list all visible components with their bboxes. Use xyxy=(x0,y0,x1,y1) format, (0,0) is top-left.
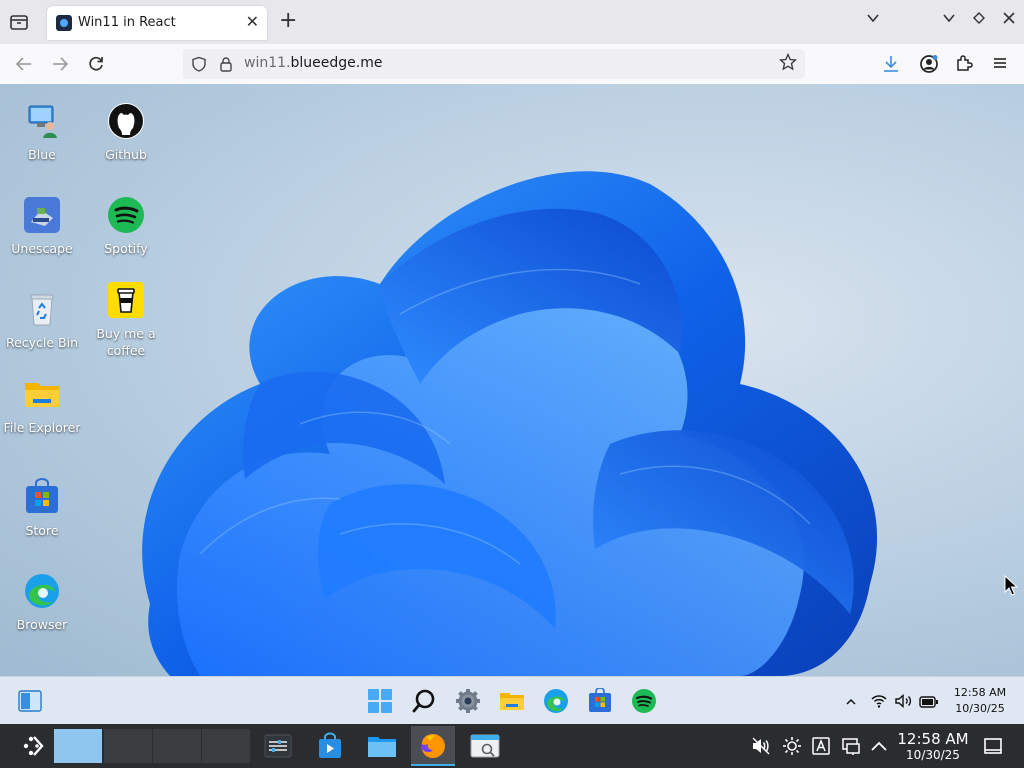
spotify-icon xyxy=(107,196,145,234)
tab-title: Win11 in React xyxy=(78,15,176,30)
desktop-icon-label: Spotify xyxy=(104,241,148,256)
task-discover-store[interactable] xyxy=(308,726,352,766)
desktop-icon-label: Recycle Bin xyxy=(5,335,79,350)
desktop-icon-blue[interactable]: Blue xyxy=(0,102,84,163)
task-spectacle-screenshot[interactable] xyxy=(463,726,507,766)
task-system-settings[interactable] xyxy=(256,726,300,766)
edge-icon[interactable] xyxy=(543,688,569,714)
network-wired-icon[interactable] xyxy=(841,736,861,760)
desktop-icon-label: File Explorer xyxy=(3,420,81,435)
wifi-icon[interactable] xyxy=(871,693,887,712)
brightness-icon[interactable] xyxy=(782,736,802,760)
account-icon[interactable] xyxy=(919,54,939,78)
address-bar[interactable]: win11.blueedge.me xyxy=(183,49,805,79)
win11-favicon-icon xyxy=(56,15,72,31)
desktop-icon-label: Browser xyxy=(16,617,68,632)
chevron-up-icon[interactable] xyxy=(845,693,857,712)
file-explorer-icon[interactable] xyxy=(499,688,525,714)
shield-icon[interactable] xyxy=(191,56,207,76)
github-icon xyxy=(107,102,145,140)
desktop-icon-label: Store xyxy=(25,523,59,538)
show-desktop-icon[interactable] xyxy=(984,738,1002,758)
volume-muted-icon[interactable] xyxy=(751,736,771,760)
task-firefox[interactable] xyxy=(411,726,455,766)
unescape-game-icon xyxy=(23,196,61,234)
downloads-icon[interactable] xyxy=(882,54,900,78)
desktop-icon-buy-me-a-coffee[interactable]: Buy me a coffee xyxy=(84,281,168,359)
kde-panel: 12:58 AM 10/30/25 xyxy=(0,724,1024,768)
desktop-icon-spotify[interactable]: Spotify xyxy=(84,196,168,257)
volume-icon[interactable] xyxy=(895,693,913,712)
kde-clock-time: 12:58 AM xyxy=(897,730,969,748)
expand-tray-chevron-up-icon[interactable] xyxy=(870,736,888,760)
kde-clock-date: 10/30/25 xyxy=(906,748,960,762)
lock-icon[interactable] xyxy=(218,56,234,76)
browser-tab-bar: Win11 in React ✕ + xyxy=(0,0,1024,44)
forward-arrow-icon[interactable] xyxy=(50,54,70,79)
widgets-icon[interactable] xyxy=(17,688,43,714)
edge-icon xyxy=(23,572,61,610)
virtual-desktop-4[interactable] xyxy=(202,729,250,763)
maximize-icon[interactable] xyxy=(972,11,986,29)
desktop-icon-label: Unescape xyxy=(11,241,73,256)
store-icon xyxy=(23,478,61,516)
start-icon[interactable] xyxy=(367,688,393,714)
recycle-bin-icon xyxy=(23,290,61,328)
new-tab-button[interactable]: + xyxy=(279,8,297,33)
win11-clock-time: 12:58 AM xyxy=(953,686,1007,699)
virtual-desktop-2[interactable] xyxy=(104,729,152,763)
tab-win11-in-react[interactable]: Win11 in React ✕ xyxy=(47,6,267,40)
list-all-tabs-icon[interactable] xyxy=(866,11,880,29)
computer-user-icon xyxy=(23,102,61,140)
win11-taskbar: 12:58 AM 10/30/25 xyxy=(0,676,1024,725)
store-icon[interactable] xyxy=(587,687,613,714)
virtual-desktop-3[interactable] xyxy=(153,729,201,763)
reload-icon[interactable] xyxy=(86,54,106,79)
desktop-icon-label: Github xyxy=(105,147,147,162)
tab-close-icon[interactable]: ✕ xyxy=(246,12,259,31)
bookmark-star-icon[interactable] xyxy=(778,52,798,76)
desktop[interactable]: Blue Unescape Recycle Bin File Explorer … xyxy=(0,84,1024,676)
desktop-icon-github[interactable]: Github xyxy=(84,102,168,163)
desktop-icon-file-explorer[interactable]: File Explorer xyxy=(0,375,84,436)
task-file-manager[interactable] xyxy=(360,726,404,766)
desktop-icon-store[interactable]: Store xyxy=(0,478,84,539)
desktop-icon-browser[interactable]: Browser xyxy=(0,572,84,633)
desktop-icon-recycle-bin[interactable]: Recycle Bin xyxy=(0,290,84,351)
search-icon[interactable] xyxy=(411,688,437,714)
settings-icon[interactable] xyxy=(455,688,481,714)
extensions-puzzle-icon[interactable] xyxy=(955,54,973,76)
win11-clock-date: 10/30/25 xyxy=(955,702,1005,715)
close-window-icon[interactable] xyxy=(1002,11,1016,29)
coffee-cup-icon xyxy=(107,281,145,319)
folder-icon xyxy=(23,375,61,413)
url-prefix: win11. xyxy=(244,55,291,71)
url-domain: blueedge.me xyxy=(290,55,383,71)
kde-clock[interactable]: 12:58 AM 10/30/25 xyxy=(896,730,970,763)
application-launcher-icon[interactable] xyxy=(22,734,46,762)
battery-icon[interactable] xyxy=(919,693,939,712)
win11-clock[interactable]: 12:58 AM 10/30/25 xyxy=(950,685,1010,717)
back-arrow-icon[interactable] xyxy=(14,54,34,79)
mouse-cursor-icon xyxy=(1004,574,1019,601)
browser-nav-bar: win11.blueedge.me xyxy=(0,44,1024,85)
tab-list-icon[interactable] xyxy=(8,11,30,33)
spotify-icon[interactable] xyxy=(631,688,657,714)
desktop-icon-unescape[interactable]: Unescape xyxy=(0,196,84,257)
input-method-icon[interactable] xyxy=(812,736,830,760)
menu-hamburger-icon[interactable] xyxy=(991,54,1009,76)
desktop-icon-label: Blue xyxy=(28,147,56,162)
minimize-icon[interactable] xyxy=(942,11,956,29)
bloom-wallpaper xyxy=(142,171,878,676)
url-text[interactable]: win11.blueedge.me xyxy=(244,55,382,71)
virtual-desktop-1[interactable] xyxy=(54,729,102,763)
desktop-icon-label: Buy me a coffee xyxy=(96,326,156,358)
